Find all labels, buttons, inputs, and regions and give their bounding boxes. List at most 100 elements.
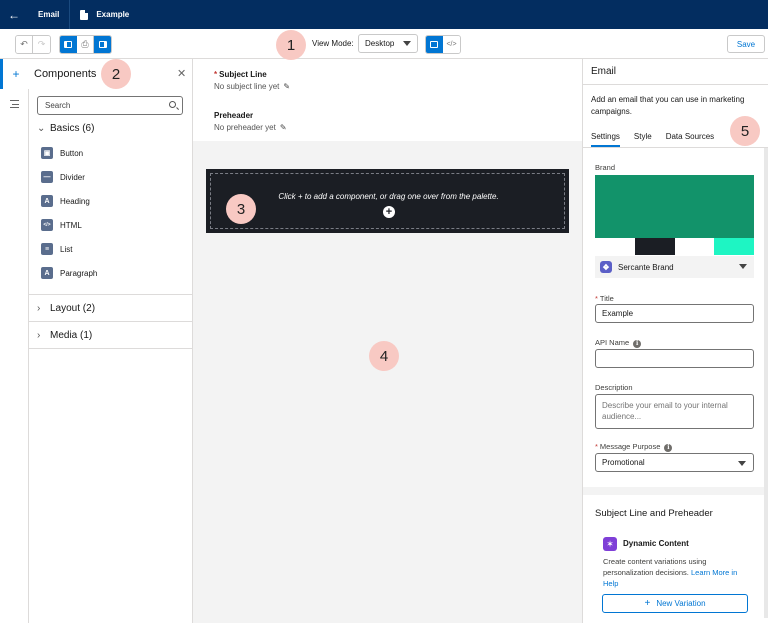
left-rail: + bbox=[0, 59, 29, 623]
component-dropzone[interactable]: Click + to add a component, or drag one … bbox=[206, 169, 569, 233]
layout-section-header[interactable]: › Layout (2) bbox=[37, 303, 95, 314]
close-icon[interactable]: ✕ bbox=[177, 67, 186, 80]
visual-editor-icon[interactable] bbox=[426, 36, 443, 53]
view-mode-value: Desktop bbox=[365, 39, 395, 48]
new-variation-button[interactable]: + New Variation bbox=[602, 594, 748, 613]
media-section-header[interactable]: › Media (1) bbox=[37, 330, 92, 341]
annotation-badge: 1 bbox=[276, 30, 306, 60]
structure-list-icon[interactable] bbox=[0, 89, 29, 119]
brand-swatch bbox=[714, 238, 754, 255]
section-separator bbox=[583, 487, 768, 495]
button-icon: ▣ bbox=[41, 147, 53, 159]
brand-swatch bbox=[634, 238, 675, 255]
component-label: Paragraph bbox=[60, 268, 98, 278]
annotation-badge: 4 bbox=[369, 341, 399, 371]
back-arrow-icon[interactable]: ← bbox=[0, 0, 28, 29]
chevron-down-icon bbox=[738, 461, 746, 466]
component-label: Button bbox=[60, 148, 84, 158]
api-name-label: API Name i bbox=[595, 338, 642, 348]
brand-swatch bbox=[595, 238, 635, 255]
record-tab[interactable]: Example bbox=[70, 0, 139, 29]
component-heading[interactable]: A Heading bbox=[41, 195, 90, 207]
panel-toggle-group: ⎙ bbox=[59, 35, 112, 54]
subject-line-value[interactable]: No subject line yet ✎ bbox=[214, 82, 290, 91]
chevron-down-icon: ⌄ bbox=[37, 123, 46, 134]
message-purpose-label-text: Message Purpose bbox=[599, 442, 661, 451]
component-html[interactable]: </> HTML bbox=[41, 219, 82, 231]
undo-icon[interactable]: ↶ bbox=[16, 36, 33, 53]
right-panel-toggle-icon[interactable] bbox=[94, 36, 111, 53]
properties-description: Add an email that you can use in marketi… bbox=[591, 95, 745, 116]
app-label[interactable]: Email bbox=[28, 0, 69, 29]
plus-icon: + bbox=[644, 598, 651, 609]
title-input[interactable]: Example bbox=[595, 304, 754, 323]
search-placeholder: Search bbox=[45, 101, 71, 110]
subject-line-label: * Subject Line bbox=[214, 70, 267, 79]
description-textarea[interactable]: Describe your email to your internal aud… bbox=[595, 394, 754, 429]
annotation-badge: 2 bbox=[101, 59, 131, 89]
divider bbox=[29, 348, 193, 349]
chevron-down-icon bbox=[739, 264, 747, 269]
properties-scrollbar[interactable] bbox=[764, 148, 768, 618]
app-header: ← Email Example bbox=[0, 0, 768, 29]
code-editor-icon[interactable]: </> bbox=[443, 36, 460, 53]
component-label: Heading bbox=[60, 196, 90, 206]
tab-settings[interactable]: Settings bbox=[591, 127, 620, 147]
component-button[interactable]: ▣ Button bbox=[41, 147, 83, 159]
tab-style[interactable]: Style bbox=[634, 127, 652, 147]
record-label: Example bbox=[96, 10, 130, 19]
subject-line-label-text: Subject Line bbox=[219, 70, 267, 79]
divider bbox=[29, 294, 193, 295]
add-component-icon[interactable]: + bbox=[383, 206, 395, 218]
view-mode-select[interactable]: Desktop bbox=[358, 34, 418, 53]
component-divider[interactable]: — Divider bbox=[41, 171, 85, 183]
title-label-text: Title bbox=[599, 294, 614, 303]
title-label: * Title bbox=[595, 294, 614, 303]
print-preview-icon[interactable]: ⎙ bbox=[77, 36, 94, 53]
subject-preheader-section-title: Subject Line and Preheader bbox=[595, 508, 713, 519]
preheader-value[interactable]: No preheader yet ✎ bbox=[214, 123, 287, 132]
components-panel: Components ✕ Search ⌄ Basics (6) ▣ Butto… bbox=[29, 59, 193, 623]
dynamic-content-title: Dynamic Content bbox=[623, 539, 689, 548]
pencil-icon[interactable]: ✎ bbox=[283, 82, 290, 91]
undo-redo-group: ↶ ↷ bbox=[15, 35, 51, 54]
media-label: Media (1) bbox=[50, 330, 93, 341]
required-marker: * bbox=[595, 442, 598, 451]
view-mode-label: View Mode: bbox=[312, 39, 354, 48]
info-icon[interactable]: i bbox=[664, 444, 673, 452]
basics-label: Basics (6) bbox=[50, 123, 95, 134]
brand-logo-icon: ❖ bbox=[600, 261, 612, 273]
message-purpose-value: Promotional bbox=[602, 458, 645, 467]
component-label: List bbox=[60, 244, 73, 254]
document-icon bbox=[80, 9, 89, 20]
brand-value: Sercante Brand bbox=[618, 262, 674, 272]
required-marker: * bbox=[214, 70, 218, 79]
add-components-icon[interactable]: + bbox=[0, 59, 29, 89]
info-icon[interactable]: i bbox=[633, 340, 642, 348]
search-input[interactable]: Search bbox=[37, 96, 183, 115]
dynamic-content-description: Create content variations using personal… bbox=[603, 556, 748, 589]
subject-preheader-area: * Subject Line No subject line yet ✎ Preh… bbox=[193, 59, 582, 141]
component-list[interactable]: ≡ List bbox=[41, 243, 72, 255]
brand-select[interactable]: ❖ Sercante Brand bbox=[595, 256, 754, 278]
dynamic-content-icon: ✶ bbox=[603, 537, 617, 551]
message-purpose-select[interactable]: Promotional bbox=[595, 453, 754, 472]
divider bbox=[29, 321, 193, 322]
api-name-input[interactable] bbox=[595, 349, 754, 368]
save-button[interactable]: Save bbox=[727, 35, 765, 53]
left-panel-toggle-icon[interactable] bbox=[60, 36, 77, 53]
tab-data-sources[interactable]: Data Sources bbox=[666, 127, 714, 147]
component-label: HTML bbox=[60, 220, 82, 230]
message-purpose-label: * Message Purpose i bbox=[595, 442, 673, 452]
new-variation-label: New Variation bbox=[656, 599, 706, 608]
heading-icon: A bbox=[41, 195, 53, 207]
component-paragraph[interactable]: A Paragraph bbox=[41, 267, 97, 279]
list-icon: ≡ bbox=[41, 243, 53, 255]
api-name-label-text: API Name bbox=[595, 338, 630, 347]
pencil-icon[interactable]: ✎ bbox=[280, 123, 287, 132]
basics-section-header[interactable]: ⌄ Basics (6) bbox=[37, 123, 94, 134]
search-icon bbox=[169, 101, 176, 108]
redo-icon[interactable]: ↷ bbox=[33, 36, 50, 53]
chevron-down-icon bbox=[403, 41, 411, 46]
annotation-badge: 5 bbox=[730, 116, 760, 146]
